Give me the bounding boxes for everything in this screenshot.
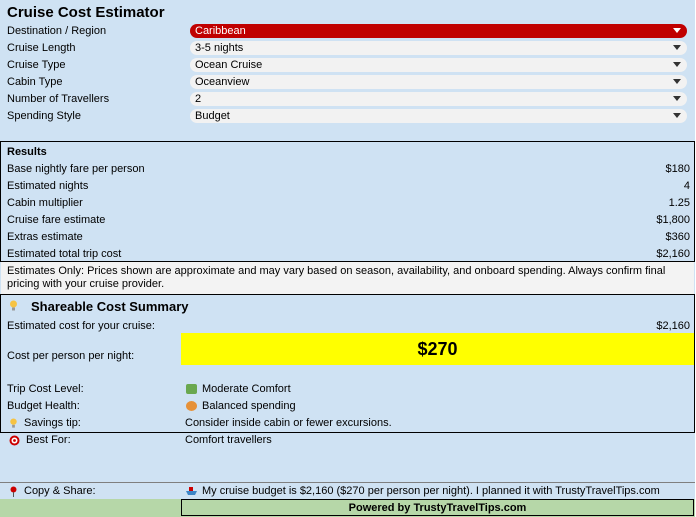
result-value: $1,800 — [656, 214, 690, 226]
result-value: $180 — [665, 163, 690, 175]
results-heading: Results — [7, 146, 47, 158]
spending-style-dropdown[interactable]: Budget — [190, 109, 687, 123]
copy-share-label-cell: Copy & Share: — [9, 485, 96, 497]
summary-top-border — [0, 294, 695, 295]
savings-tip-label: Savings tip: — [24, 417, 81, 429]
savings-tip-value: Consider inside cabin or fewer excursion… — [185, 417, 392, 429]
ship-icon — [186, 487, 197, 495]
chevron-down-icon — [673, 62, 681, 67]
disclaimer-note: Estimates Only: Prices shown are approxi… — [7, 265, 691, 291]
travellers-dropdown[interactable]: 2 — [190, 92, 687, 106]
powered-by-link[interactable]: Powered by TrustyTravelTips.com — [181, 499, 694, 516]
results-right-border — [694, 141, 695, 261]
money-icon — [186, 384, 197, 394]
budget-health-value: Balanced spending — [202, 400, 296, 412]
results-left-border — [0, 141, 1, 261]
cabin-type-dropdown[interactable]: Oceanview — [190, 75, 687, 89]
chevron-down-icon — [673, 28, 681, 33]
copy-share-label: Copy & Share: — [24, 485, 96, 497]
cruise-length-value: 3-5 nights — [195, 42, 244, 54]
target-icon — [9, 435, 20, 445]
result-label: Base nightly fare per person — [7, 163, 145, 175]
trip-level-label: Trip Cost Level: — [7, 383, 84, 395]
cookie-icon — [186, 401, 197, 411]
result-label: Extras estimate — [7, 231, 83, 243]
best-for-label: Best For: — [26, 434, 71, 446]
destination-value: Caribbean — [195, 25, 246, 37]
lightbulb-icon — [10, 300, 17, 311]
input-label-cruise-length: Cruise Length — [7, 42, 76, 54]
result-value: 4 — [683, 180, 690, 192]
result-value: $2,160 — [656, 248, 690, 260]
lightbulb-icon — [10, 417, 17, 428]
destination-dropdown[interactable]: Caribbean — [190, 24, 687, 38]
input-label-cruise-type: Cruise Type — [7, 59, 66, 71]
result-label: Cruise fare estimate — [7, 214, 106, 226]
chevron-down-icon — [673, 79, 681, 84]
chevron-down-icon — [673, 45, 681, 50]
per-night-label: Cost per person per night: — [7, 350, 135, 362]
input-label-travellers: Number of Travellers — [7, 93, 110, 105]
share-message: My cruise budget is $2,160 ($270 per per… — [202, 485, 660, 497]
trip-level-value: Moderate Comfort — [202, 383, 291, 395]
summary-left-border — [0, 294, 1, 432]
result-label: Estimated total trip cost — [7, 248, 122, 260]
share-message-cell[interactable]: My cruise budget is $2,160 ($270 per per… — [186, 485, 660, 497]
best-for-label-cell: Best For: — [9, 434, 71, 446]
best-for-value: Comfort travellers — [185, 434, 272, 446]
per-night-value: $270 — [181, 333, 694, 365]
cruise-type-dropdown[interactable]: Ocean Cruise — [190, 58, 687, 72]
summary-bottom-border — [0, 432, 695, 433]
chevron-down-icon — [673, 96, 681, 101]
results-top-border — [0, 141, 695, 142]
cruise-length-dropdown[interactable]: 3-5 nights — [190, 41, 687, 55]
budget-health-cell: Balanced spending — [186, 400, 296, 412]
summary-right-border — [694, 294, 695, 432]
cabin-type-value: Oceanview — [195, 76, 250, 88]
result-label: Estimated nights — [7, 180, 89, 192]
page-title: Cruise Cost Estimator — [7, 4, 165, 21]
estimated-cost-value: $2,160 — [656, 320, 690, 332]
estimated-cost-label: Estimated cost for your cruise: — [7, 320, 155, 332]
result-value: $360 — [665, 231, 690, 243]
trip-level-cell: Moderate Comfort — [186, 383, 291, 395]
savings-tip-label-cell: Savings tip: — [9, 417, 81, 429]
result-value: 1.25 — [668, 197, 690, 209]
cruise-type-value: Ocean Cruise — [195, 59, 263, 71]
input-label-spending-style: Spending Style — [7, 110, 81, 122]
result-label: Cabin multiplier — [7, 197, 83, 209]
input-label-destination: Destination / Region — [7, 25, 107, 37]
budget-health-label: Budget Health: — [7, 400, 80, 412]
input-label-cabin-type: Cabin Type — [7, 76, 63, 88]
chevron-down-icon — [673, 113, 681, 118]
spreadsheet-sheet: Cruise Cost Estimator Destination / Regi… — [0, 0, 695, 517]
travellers-value: 2 — [195, 93, 202, 105]
spending-style-value: Budget — [195, 110, 230, 122]
summary-title: Shareable Cost Summary — [31, 299, 189, 314]
share-top-border — [0, 482, 695, 483]
pin-icon — [10, 486, 17, 497]
